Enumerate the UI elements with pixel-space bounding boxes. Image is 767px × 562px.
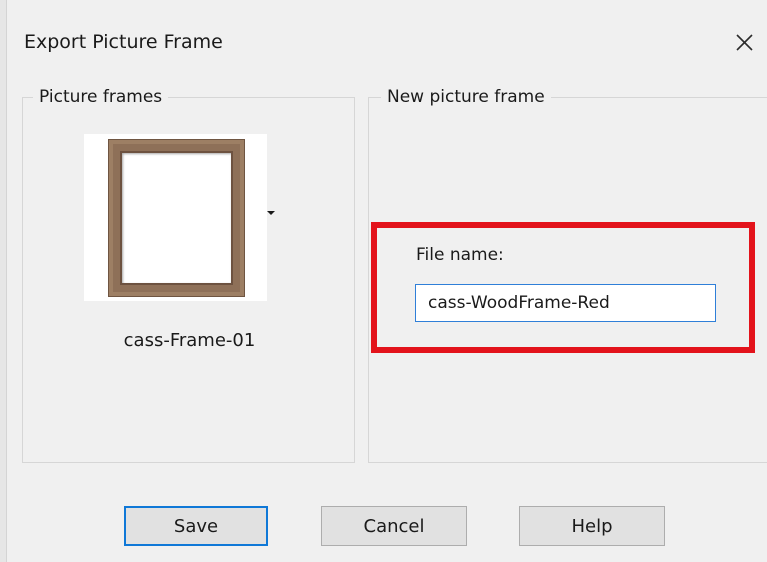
frame-preview-dropdown[interactable] bbox=[84, 134, 267, 301]
file-name-label: File name: bbox=[416, 245, 504, 265]
frame-opening bbox=[122, 153, 231, 283]
new-picture-frame-legend: New picture frame bbox=[381, 86, 551, 108]
export-picture-frame-dialog: Export Picture Frame Picture frames cass… bbox=[0, 0, 767, 562]
picture-frames-legend: Picture frames bbox=[33, 86, 169, 108]
window-edge bbox=[0, 0, 7, 562]
close-button[interactable] bbox=[728, 26, 760, 58]
selected-frame-name: cass-Frame-01 bbox=[123, 330, 256, 351]
save-button[interactable]: Save bbox=[124, 506, 268, 546]
picture-frames-group: Picture frames cass-Frame-01 bbox=[22, 86, 355, 463]
close-icon bbox=[736, 34, 753, 51]
caret-down-icon[interactable] bbox=[267, 211, 275, 215]
cancel-button[interactable]: Cancel bbox=[321, 506, 467, 546]
help-button[interactable]: Help bbox=[519, 506, 665, 546]
dialog-title: Export Picture Frame bbox=[24, 31, 223, 53]
file-name-input[interactable] bbox=[415, 284, 716, 322]
frame-thumbnail bbox=[109, 140, 244, 296]
